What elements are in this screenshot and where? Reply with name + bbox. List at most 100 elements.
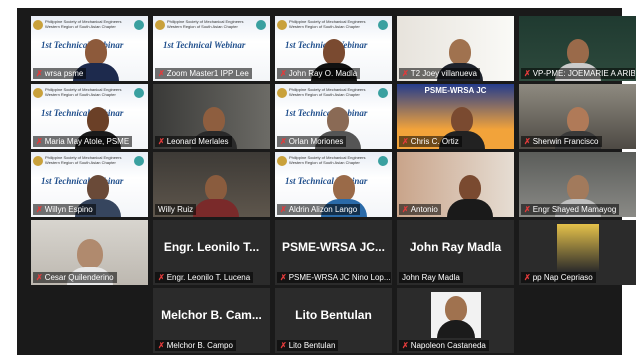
participant-name: ✗ Chris C. Ortiz [399,136,462,147]
participant-name: ✗ John Ray O. Madla [277,68,361,79]
chapter-logo [134,156,144,166]
mic-muted-icon: ✗ [402,69,409,78]
slide-subheader: Western Region of South Asian Chapter [45,160,116,165]
video-tile[interactable]: PSME-WRSA JC ✗ Chris C. Ortiz [397,84,514,149]
chapter-logo [134,88,144,98]
mic-muted-icon: ✗ [280,273,287,282]
participant-name: ✗ Melchor B. Campo [155,340,236,351]
mic-muted-icon: ✗ [524,273,531,282]
chapter-logo [378,156,388,166]
mic-muted-icon: ✗ [280,137,287,146]
gallery-view: Philippine Society of Mechanical Enginee… [17,8,636,355]
chapter-logo [256,20,266,30]
video-tile[interactable]: ✗ Antonio [397,152,514,217]
slide-subheader: Western Region of South Asian Chapter [289,160,360,165]
participant-name: ✗ VP-PME: JOEMARIE A ARIB [521,68,635,79]
slide-subheader: Western Region of South Asian Chapter [289,92,360,97]
participant-name: ✗ Cesar Quilenderino [33,272,117,283]
participant-display-name: John Ray Madla [409,240,502,254]
participant-display-name: Melchor B. Cam... [161,308,262,322]
video-tile[interactable]: Engr. Leonilo T... ✗ Engr. Leonilo T. Luc… [153,220,270,285]
video-tile[interactable]: ✗ Engr Shayed Mamayog [519,152,636,217]
video-tile[interactable]: Philippine Society of Mechanical Enginee… [275,152,392,217]
participant-name: ✗ Maria May Atole, PSME [33,136,133,147]
participant-display-name: PSME-WRSA JC... [282,240,385,254]
participant-video [193,175,239,217]
psme-logo [277,156,287,166]
participant-name: ✗ Engr Shayed Mamayog [521,204,620,215]
participant-name: ✗ Antonio [399,204,441,215]
participant-name: ✗ wrsa psme [33,68,87,79]
participant-video [447,175,493,217]
participant-name: Willy Ruiz [155,204,197,215]
participant-name: ✗ T2 Joey villanueva [399,68,480,79]
participant-name: ✗ PSME-WRSA JC Nino Lop... [277,272,391,283]
mic-muted-icon: ✗ [524,137,531,146]
psme-logo [33,156,43,166]
video-tile[interactable]: Willy Ruiz [153,152,270,217]
video-tile[interactable]: Melchor B. Cam... ✗ Melchor B. Campo [153,288,270,353]
participant-name: ✗ Napoleon Castaneda [399,340,489,351]
mic-muted-icon: ✗ [36,205,43,214]
mic-muted-icon: ✗ [402,137,409,146]
mic-muted-icon: ✗ [158,137,165,146]
video-tile[interactable]: ✗ pp Nap Cepriaso [519,220,636,285]
video-tile[interactable]: ✗ Sherwin Francisco [519,84,636,149]
mic-muted-icon: ✗ [280,69,287,78]
mic-muted-icon: ✗ [158,341,165,350]
psme-logo [155,20,165,30]
psme-logo [33,88,43,98]
video-tile[interactable]: Philippine Society of Mechanical Enginee… [275,16,392,81]
video-tile[interactable]: PSME-WRSA JC... ✗ PSME-WRSA JC Nino Lop..… [275,220,392,285]
participant-name: ✗ Lito Bentulan [277,340,339,351]
psme-logo [277,20,287,30]
participant-name: ✗ Orlan Moriones [277,136,347,147]
chapter-logo [378,20,388,30]
video-tile[interactable]: Philippine Society of Mechanical Enginee… [31,84,148,149]
participant-display-name: Engr. Leonilo T... [163,240,260,254]
mic-muted-icon: ✗ [158,273,165,282]
mic-muted-icon: ✗ [402,341,409,350]
slide-subheader: Western Region of South Asian Chapter [45,92,116,97]
participant-photo [431,292,481,338]
participant-name: ✗ Willyn Espino [33,204,96,215]
participant-display-name: Lito Bentulan [295,308,372,322]
participant-name: ✗ Aldrin Alizon Lango [277,204,361,215]
participant-photo [557,224,599,272]
chapter-logo [134,20,144,30]
mic-muted-icon: ✗ [402,205,409,214]
participant-name: ✗ Sherwin Francisco [521,136,602,147]
mic-muted-icon: ✗ [158,69,165,78]
psme-logo [33,20,43,30]
video-tile[interactable]: ✗ Leonard Merlales [153,84,270,149]
video-tile[interactable]: ✗ Cesar Quilenderino [31,220,148,285]
psme-logo [277,88,287,98]
participant-name: ✗ Leonard Merlales [155,136,232,147]
video-tile[interactable]: ✗ Napoleon Castaneda [397,288,514,353]
mic-muted-icon: ✗ [36,273,43,282]
video-tile[interactable]: Lito Bentulan ✗ Lito Bentulan [275,288,392,353]
video-tile[interactable]: Philippine Society of Mechanical Enginee… [31,152,148,217]
slide-subheader: Western Region of South Asian Chapter [167,24,238,29]
mic-muted-icon: ✗ [36,69,43,78]
mic-muted-icon: ✗ [280,205,287,214]
video-tile[interactable]: ✗ VP-PME: JOEMARIE A ARIB [519,16,636,81]
video-tile[interactable]: John Ray Madla John Ray Madla [397,220,514,285]
mic-muted-icon: ✗ [524,205,531,214]
mic-muted-icon: ✗ [524,69,531,78]
mic-muted-icon: ✗ [280,341,287,350]
slide-title: 1st Technical Webinar [163,40,246,50]
video-tile[interactable]: Philippine Society of Mechanical Enginee… [31,16,148,81]
participant-name: ✗ Zoom Master1 IPP Lee [155,68,252,79]
slide-subheader: Western Region of South Asian Chapter [45,24,116,29]
participant-name: ✗ Engr. Leonilo T. Lucena [155,272,254,283]
psme-banner: PSME-WRSA JC [424,86,487,95]
chapter-logo [378,88,388,98]
slide-subheader: Western Region of South Asian Chapter [289,24,360,29]
mic-muted-icon: ✗ [36,137,43,146]
video-tile[interactable]: Philippine Society of Mechanical Enginee… [153,16,270,81]
participant-name: John Ray Madla [399,272,463,283]
video-tile[interactable]: Philippine Society of Mechanical Enginee… [275,84,392,149]
video-tile[interactable]: ✗ T2 Joey villanueva [397,16,514,81]
participant-name: ✗ pp Nap Cepriaso [521,272,596,283]
